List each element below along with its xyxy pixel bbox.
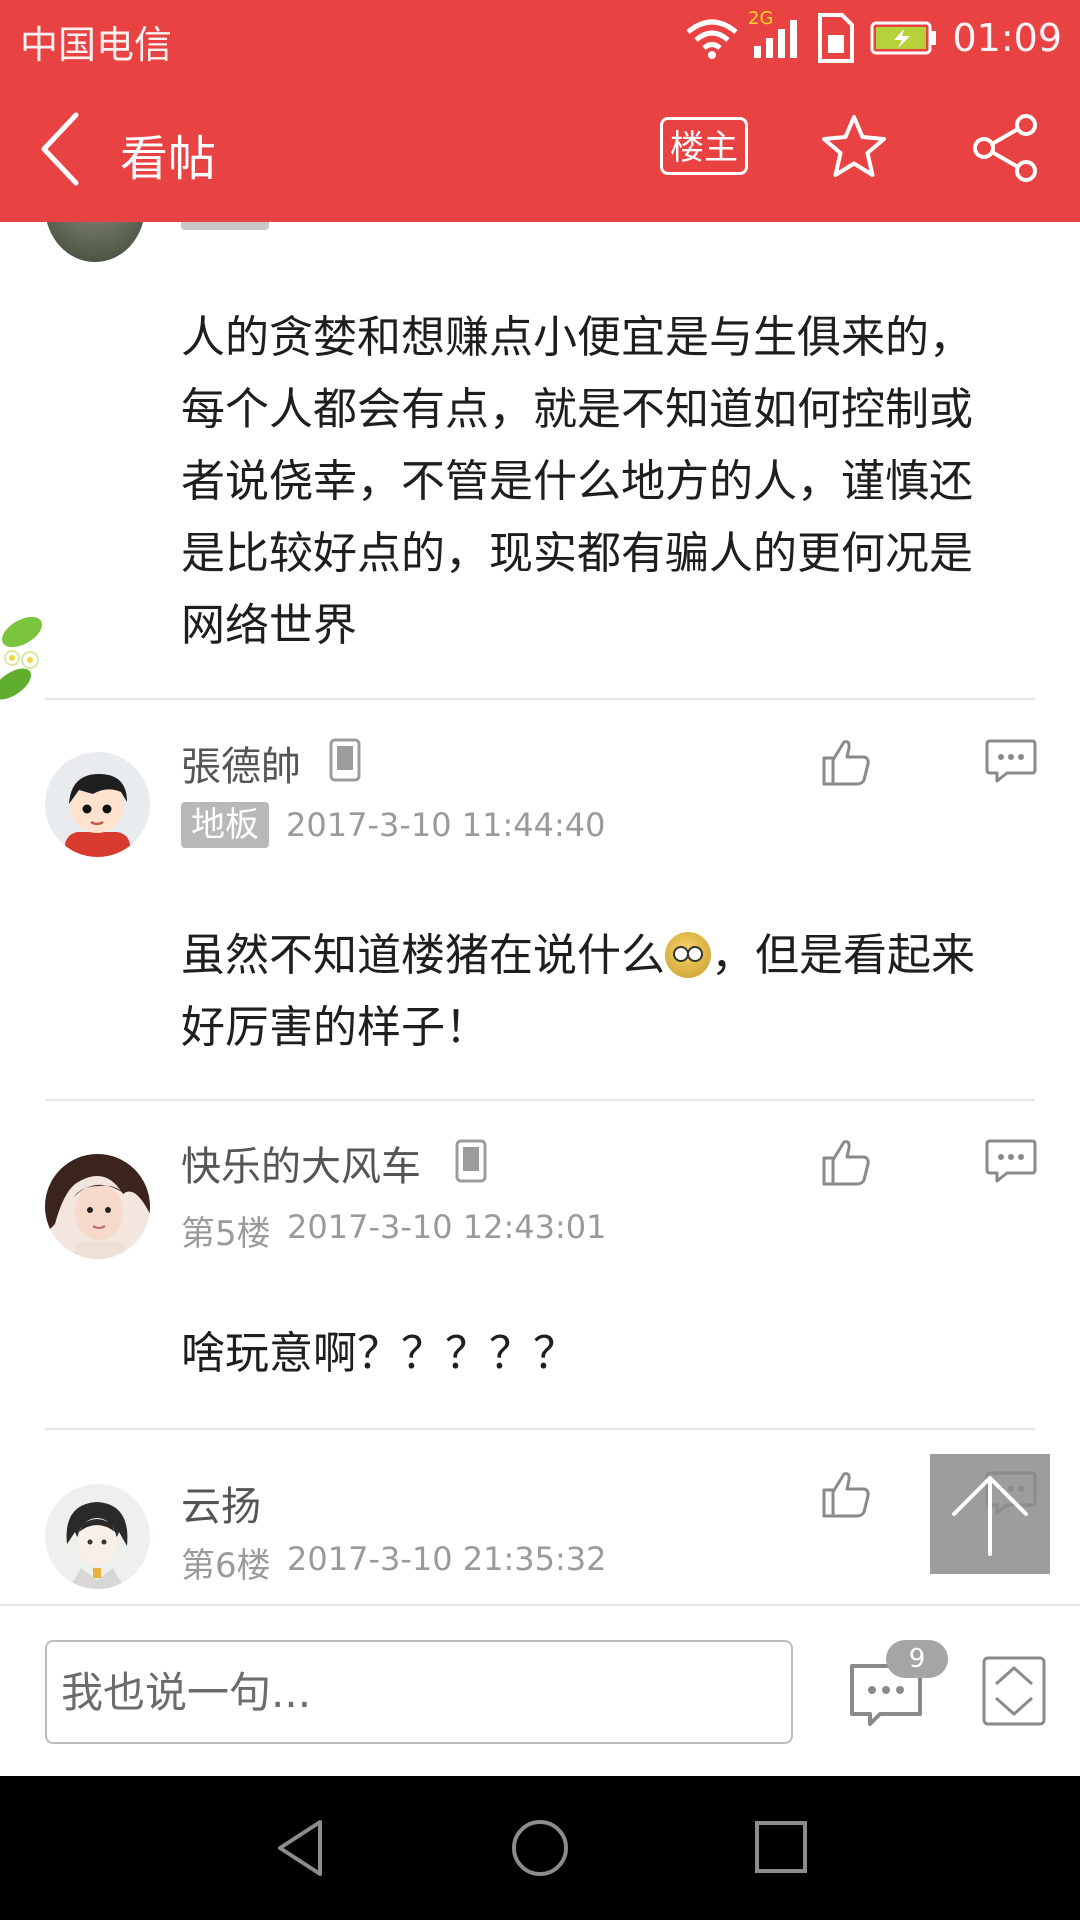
comment-bubble-icon[interactable]	[985, 1138, 1037, 1184]
share-icon[interactable]	[970, 113, 1040, 183]
top-bar: 中国电信 2G 01:09 看帖 楼主	[0, 0, 1080, 222]
divider	[45, 1428, 1035, 1430]
avatar[interactable]	[45, 222, 145, 262]
avatar[interactable]	[45, 1484, 150, 1589]
username[interactable]: 快乐的大风车	[181, 1134, 421, 1192]
nav-recents-icon[interactable]	[754, 1820, 808, 1874]
signal-icon	[754, 20, 798, 58]
system-nav-bar	[0, 1776, 1080, 1920]
post-body: 啥玩意啊？？？？？	[181, 1328, 577, 1379]
battery-icon	[870, 21, 937, 55]
mobile-device-icon	[329, 738, 361, 782]
comment-count-badge: 9	[886, 1640, 948, 1678]
floor-label: 第6楼	[181, 1546, 271, 1586]
avatar[interactable]	[45, 1154, 150, 1259]
leaf-decoration-icon	[0, 616, 42, 700]
sim-icon	[818, 13, 855, 63]
page-nav-toggle-icon[interactable]	[982, 1656, 1046, 1726]
scroll-to-top-button[interactable]	[930, 1454, 1050, 1574]
title-bar: 看帖 楼主	[0, 75, 1080, 222]
post-time: 2017-3-10 12:43:01	[287, 1208, 607, 1246]
comment-bubble-icon[interactable]	[985, 738, 1037, 784]
username[interactable]: 張德帥	[181, 734, 301, 792]
star-icon[interactable]	[820, 113, 888, 181]
op-only-button[interactable]: 楼主	[660, 117, 748, 175]
divider	[45, 698, 1035, 700]
page-title: 看帖	[120, 131, 217, 187]
reply-input[interactable]	[45, 1640, 793, 1744]
post-time: 2017-3-10 21:35:32	[287, 1540, 607, 1578]
wifi-icon	[686, 19, 739, 59]
carrier-name: 中国电信	[20, 23, 173, 67]
thumbs-up-icon[interactable]	[820, 736, 872, 788]
floor-badge	[181, 222, 269, 230]
dizzy-face-emoji-icon	[665, 932, 711, 978]
mobile-device-icon	[455, 1139, 487, 1183]
username[interactable]: 云扬	[181, 1474, 261, 1532]
post-time: 2017-3-10 11:44:40	[286, 806, 606, 844]
thread-content[interactable]: 人的贪婪和想赚点小便宜是与生俱来的，每个人都会有点，就是不知道如何控制或者说侥幸…	[0, 222, 1080, 1602]
divider	[45, 1099, 1035, 1101]
clock: 01:09	[952, 16, 1062, 60]
status-icons: 01:09	[684, 10, 1062, 66]
reply-bar: 9	[0, 1604, 1080, 1778]
nav-back-icon[interactable]	[274, 1818, 326, 1878]
thumbs-up-icon[interactable]	[820, 1136, 872, 1188]
status-bar: 中国电信 2G 01:09	[0, 0, 1080, 75]
avatar[interactable]	[45, 752, 150, 857]
arrow-up-icon	[952, 1476, 1028, 1556]
back-arrow-icon[interactable]	[36, 111, 96, 187]
thumbs-up-icon[interactable]	[820, 1468, 872, 1520]
post-body: 虽然不知道楼猪在说什么 ，但是看起来好厉害的样子！	[181, 930, 975, 1053]
post-body: 人的贪婪和想赚点小便宜是与生俱来的，每个人都会有点，就是不知道如何控制或者说侥幸…	[181, 312, 973, 651]
floor-label: 第5楼	[181, 1214, 271, 1254]
nav-home-icon[interactable]	[510, 1818, 570, 1878]
floor-badge: 地板	[181, 802, 269, 848]
